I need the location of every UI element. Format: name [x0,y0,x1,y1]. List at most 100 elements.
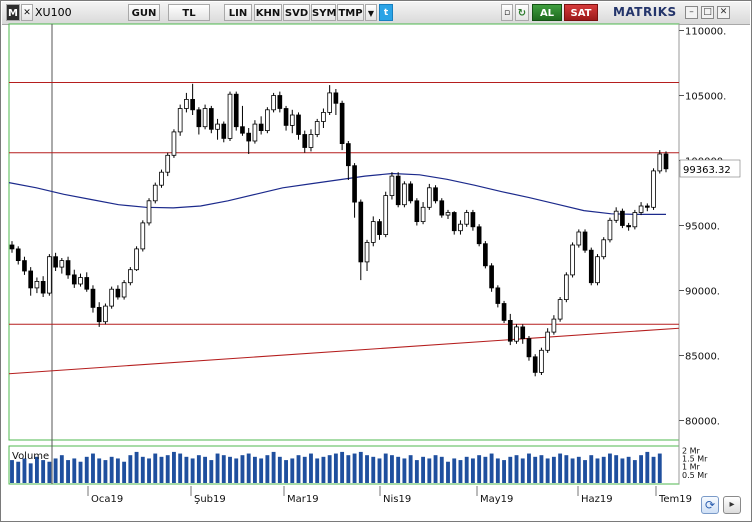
volume-bar [495,458,500,483]
candle-body [202,108,208,128]
volume-bar [371,456,376,483]
volume-bar [421,456,426,483]
volume-bar [221,455,226,483]
volume-bar [657,453,662,483]
candle-body [78,277,83,285]
candle-body [551,318,557,333]
candle-body [208,108,214,130]
volume-bar [28,463,33,483]
candle-body [644,205,650,208]
volume-bar [196,455,201,483]
volume-bar [439,456,444,483]
volume-bar [333,453,338,483]
candle-body [221,123,227,139]
volume-bar [91,453,95,483]
candle-body [352,165,357,203]
candle-body [408,183,413,202]
volume-bar [608,453,612,483]
candle-body [333,92,339,104]
candle-body [314,121,320,135]
volume-bar [22,458,27,483]
candle-body [626,225,631,228]
volume-bar [651,456,656,483]
candle-body [526,338,532,358]
volume-bar [296,455,301,483]
volume-bar [97,458,102,483]
candle-body [601,239,607,258]
volume-tick-label: 0.5 Mr [682,471,708,480]
candle-body [22,260,27,272]
volume-bar [520,458,525,483]
candle-body [364,241,370,263]
volume-bar [477,455,482,483]
candle-body [171,131,177,156]
volume-bar [147,458,151,483]
candle-body [620,210,625,226]
volume-bar [358,451,363,483]
month-label: Haz19 [581,494,613,505]
candle-body [426,187,432,208]
candle-body [638,205,644,213]
volume-bar [514,455,519,483]
volume-bar [620,458,625,483]
volume-bar [72,458,77,483]
candle-body [128,269,133,284]
volume-bar [115,458,120,483]
candle-body [657,153,663,172]
volume-bar [271,451,276,483]
candle-body [507,319,513,342]
volume-bar [209,460,214,483]
candle-body [265,109,270,132]
settings-icon[interactable]: ▸ [723,496,741,514]
month-label: Oca19 [91,494,123,505]
candle-body [595,256,600,284]
candle-body [514,326,519,342]
volume-bar [614,455,619,483]
last-price-label: 99363.32 [683,165,731,176]
candle-body [302,134,308,148]
volume-bar [452,458,457,483]
volume-bar [470,458,475,483]
volume-bar [134,451,139,483]
candle-body [458,223,463,232]
candle-body [177,108,183,133]
volume-bar [632,460,637,483]
candle-body [40,280,46,294]
volume-bar [327,455,332,483]
candle-body [121,282,127,298]
candle-body [532,356,538,373]
volume-bar [309,453,313,483]
volume-bar [639,455,644,483]
candle-body [165,154,171,173]
candle-body [539,349,544,373]
volume-bar [59,455,64,483]
volume-bar [10,460,14,483]
candle-body [470,212,476,228]
candle-body [607,219,613,241]
volume-bar [340,451,345,483]
volume-bar [576,456,581,483]
price-chart: 110000.105000.100000.95000.90000.85000.8… [8,23,741,505]
candle-body [271,95,276,111]
candle-body [146,200,152,224]
price-tick-label: 80000. [685,417,720,428]
volume-bar [165,455,170,483]
volume-bar [109,456,114,483]
candle-body [420,206,426,223]
candle-body [613,210,619,221]
volume-bar [595,458,600,483]
volume-bar [140,456,145,483]
candle-body [134,248,139,271]
candle-body [28,270,34,289]
scroll-to-latest-icon[interactable]: ⟳ [701,496,719,514]
price-tick-label: 110000. [685,27,726,38]
candle-body [296,114,301,135]
candle-body [389,175,395,197]
volume-bar [66,460,70,483]
candle-body [96,306,102,323]
candle-body [34,280,40,289]
candle-body [115,288,121,298]
volume-bar [265,455,270,483]
volume-bar [539,455,544,483]
volume-bar [645,451,650,483]
